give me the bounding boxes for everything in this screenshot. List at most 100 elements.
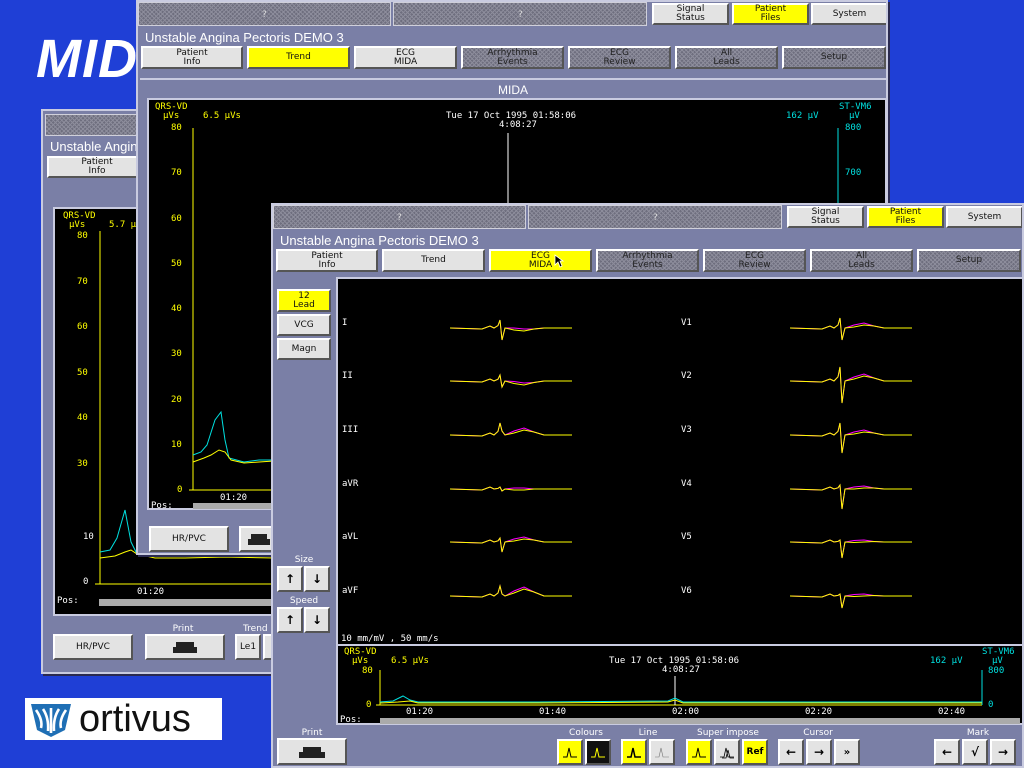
question-mark: ?: [518, 10, 523, 20]
cursor-right-button[interactable]: →: [806, 739, 832, 765]
tab-setup[interactable]: Setup: [782, 46, 886, 69]
patient-files-button[interactable]: Patient Files: [867, 206, 944, 228]
print-button[interactable]: [277, 738, 347, 765]
tab-trend[interactable]: Trend: [247, 46, 350, 69]
ref-label: Ref: [746, 747, 764, 757]
system-button[interactable]: System: [946, 206, 1022, 228]
ortivus-wordmark: ortivus: [79, 698, 191, 740]
mark-next-button[interactable]: →: [990, 739, 1016, 765]
ecg-trace-III: [449, 422, 572, 437]
waveform-icon: [655, 747, 669, 758]
ecg-window: ? ? Signal Status Patient Files System U…: [271, 203, 1024, 768]
superimpose-multiple-button[interactable]: [714, 739, 740, 765]
ecg-trace-aVF: [449, 584, 572, 598]
waveform-icon: [692, 747, 706, 758]
arrow-down-icon: ↓: [311, 613, 323, 627]
size-up-button[interactable]: ↑: [277, 566, 303, 592]
patient-files-button[interactable]: Patient Files: [732, 3, 809, 25]
tab-setup[interactable]: Setup: [917, 249, 1021, 272]
x-tick: 01:20: [406, 707, 434, 717]
colour-scheme-1-button[interactable]: [557, 739, 583, 765]
printer-icon: [299, 746, 325, 758]
mark-previous-button[interactable]: ←: [934, 739, 960, 765]
speed-down-button[interactable]: ↓: [304, 607, 330, 633]
colour-scheme-2-button[interactable]: [585, 739, 611, 765]
waveform-icon: [591, 747, 605, 758]
magn-button[interactable]: Magn: [277, 338, 331, 360]
ecg-trace-V3: [789, 422, 912, 454]
patient-info-button[interactable]: Patient Info: [47, 156, 147, 178]
position-label: Pos:: [340, 715, 362, 725]
x-tick: 01:20: [137, 587, 165, 597]
ortivus-emblem-icon: [31, 704, 71, 737]
print-group-label: Print: [301, 728, 323, 738]
cursor-fast-forward-button[interactable]: »: [834, 739, 860, 765]
position-label: Pos:: [151, 501, 173, 511]
mouse-pointer-icon: [554, 254, 564, 268]
superimpose-ref-button[interactable]: Ref: [742, 739, 768, 765]
ecg-trace-V3: [789, 422, 912, 454]
position-scrollbar[interactable]: [193, 503, 283, 509]
ecg-waveforms: [449, 317, 912, 609]
position-label: Pos:: [57, 596, 79, 606]
ortivus-logo: ortivus: [25, 698, 222, 740]
signal-status-button[interactable]: Signal Status: [787, 206, 864, 228]
patient-title: Unstable Angina Pectoris DEMO 3: [280, 233, 479, 248]
position-scrollbar[interactable]: [380, 718, 1020, 724]
ecg-trace-V5: [789, 539, 912, 559]
arrow-down-icon: ↓: [311, 572, 323, 586]
speed-label: Speed: [289, 596, 319, 606]
question-mark: ?: [653, 213, 658, 223]
le1-button[interactable]: Le1: [235, 634, 261, 660]
hr-pvc-button[interactable]: HR/PVC: [53, 634, 133, 660]
printer-icon: [248, 534, 270, 545]
line-thick-button[interactable]: [621, 739, 647, 765]
mark-check-button[interactable]: √: [962, 739, 988, 765]
x-tick: 02:40: [938, 707, 966, 717]
tab-all-leads[interactable]: All Leads: [675, 46, 778, 69]
tab-patient-info[interactable]: Patient Info: [276, 249, 378, 272]
size-down-button[interactable]: ↓: [304, 566, 330, 592]
line-thin-button[interactable]: [649, 739, 675, 765]
ecg-trace-V2: [789, 366, 912, 404]
tab-all-leads[interactable]: All Leads: [810, 249, 913, 272]
arrow-up-icon: ↑: [284, 613, 296, 627]
mida-panel-header: MIDA: [140, 78, 886, 98]
tab-trend[interactable]: Trend: [382, 249, 485, 272]
mark-group-label: Mark: [966, 728, 990, 738]
colours-group-label: Colours: [569, 728, 603, 738]
arrow-right-icon: →: [997, 745, 1009, 759]
tab-ecg-review[interactable]: ECG Review: [703, 249, 806, 272]
ecg-trace-I: [449, 319, 572, 341]
tab-ecg-review[interactable]: ECG Review: [568, 46, 671, 69]
question-mark: ?: [262, 10, 267, 20]
arrow-right-icon: →: [813, 745, 825, 759]
size-label: Size: [294, 555, 314, 565]
x-tick: 01:40: [539, 707, 567, 717]
cursor-group-label: Cursor: [803, 728, 833, 738]
superimpose-single-button[interactable]: [686, 739, 712, 765]
print-button[interactable]: [145, 634, 225, 660]
vcg-button[interactable]: VCG: [277, 314, 331, 336]
tab-patient-info[interactable]: Patient Info: [141, 46, 243, 69]
scale-label: 10 mm/mV , 50 mm/s: [341, 634, 439, 644]
waveform-icon: [563, 747, 577, 758]
ecg-trace-V1: [789, 317, 912, 341]
cursor-left-button[interactable]: ←: [778, 739, 804, 765]
x-tick: 02:00: [672, 707, 700, 717]
print-group-label: Print: [172, 624, 194, 634]
multi-waveform-icon: [720, 747, 734, 759]
ecg-trace-V4: [789, 483, 912, 510]
tab-arrhythmia-events[interactable]: Arrhythmia Events: [461, 46, 564, 69]
ecg-12-lead-panel: I II III aVR aVL aVF V1 V2 V3 V4 V5 V6 10 mm/mV , 5…: [336, 277, 1022, 725]
12-lead-button[interactable]: 12 Lead: [277, 289, 331, 312]
tab-ecg-mida[interactable]: ECG MIDA: [489, 249, 592, 272]
arrow-left-icon: ←: [941, 745, 953, 759]
ecg-trace-aVR: [449, 486, 572, 492]
signal-status-button[interactable]: Signal Status: [652, 3, 729, 25]
hr-pvc-button[interactable]: HR/PVC: [149, 526, 229, 552]
system-button[interactable]: System: [811, 3, 886, 25]
tab-arrhythmia-events[interactable]: Arrhythmia Events: [596, 249, 699, 272]
speed-up-button[interactable]: ↑: [277, 607, 303, 633]
tab-ecg-mida[interactable]: ECG MIDA: [354, 46, 457, 69]
